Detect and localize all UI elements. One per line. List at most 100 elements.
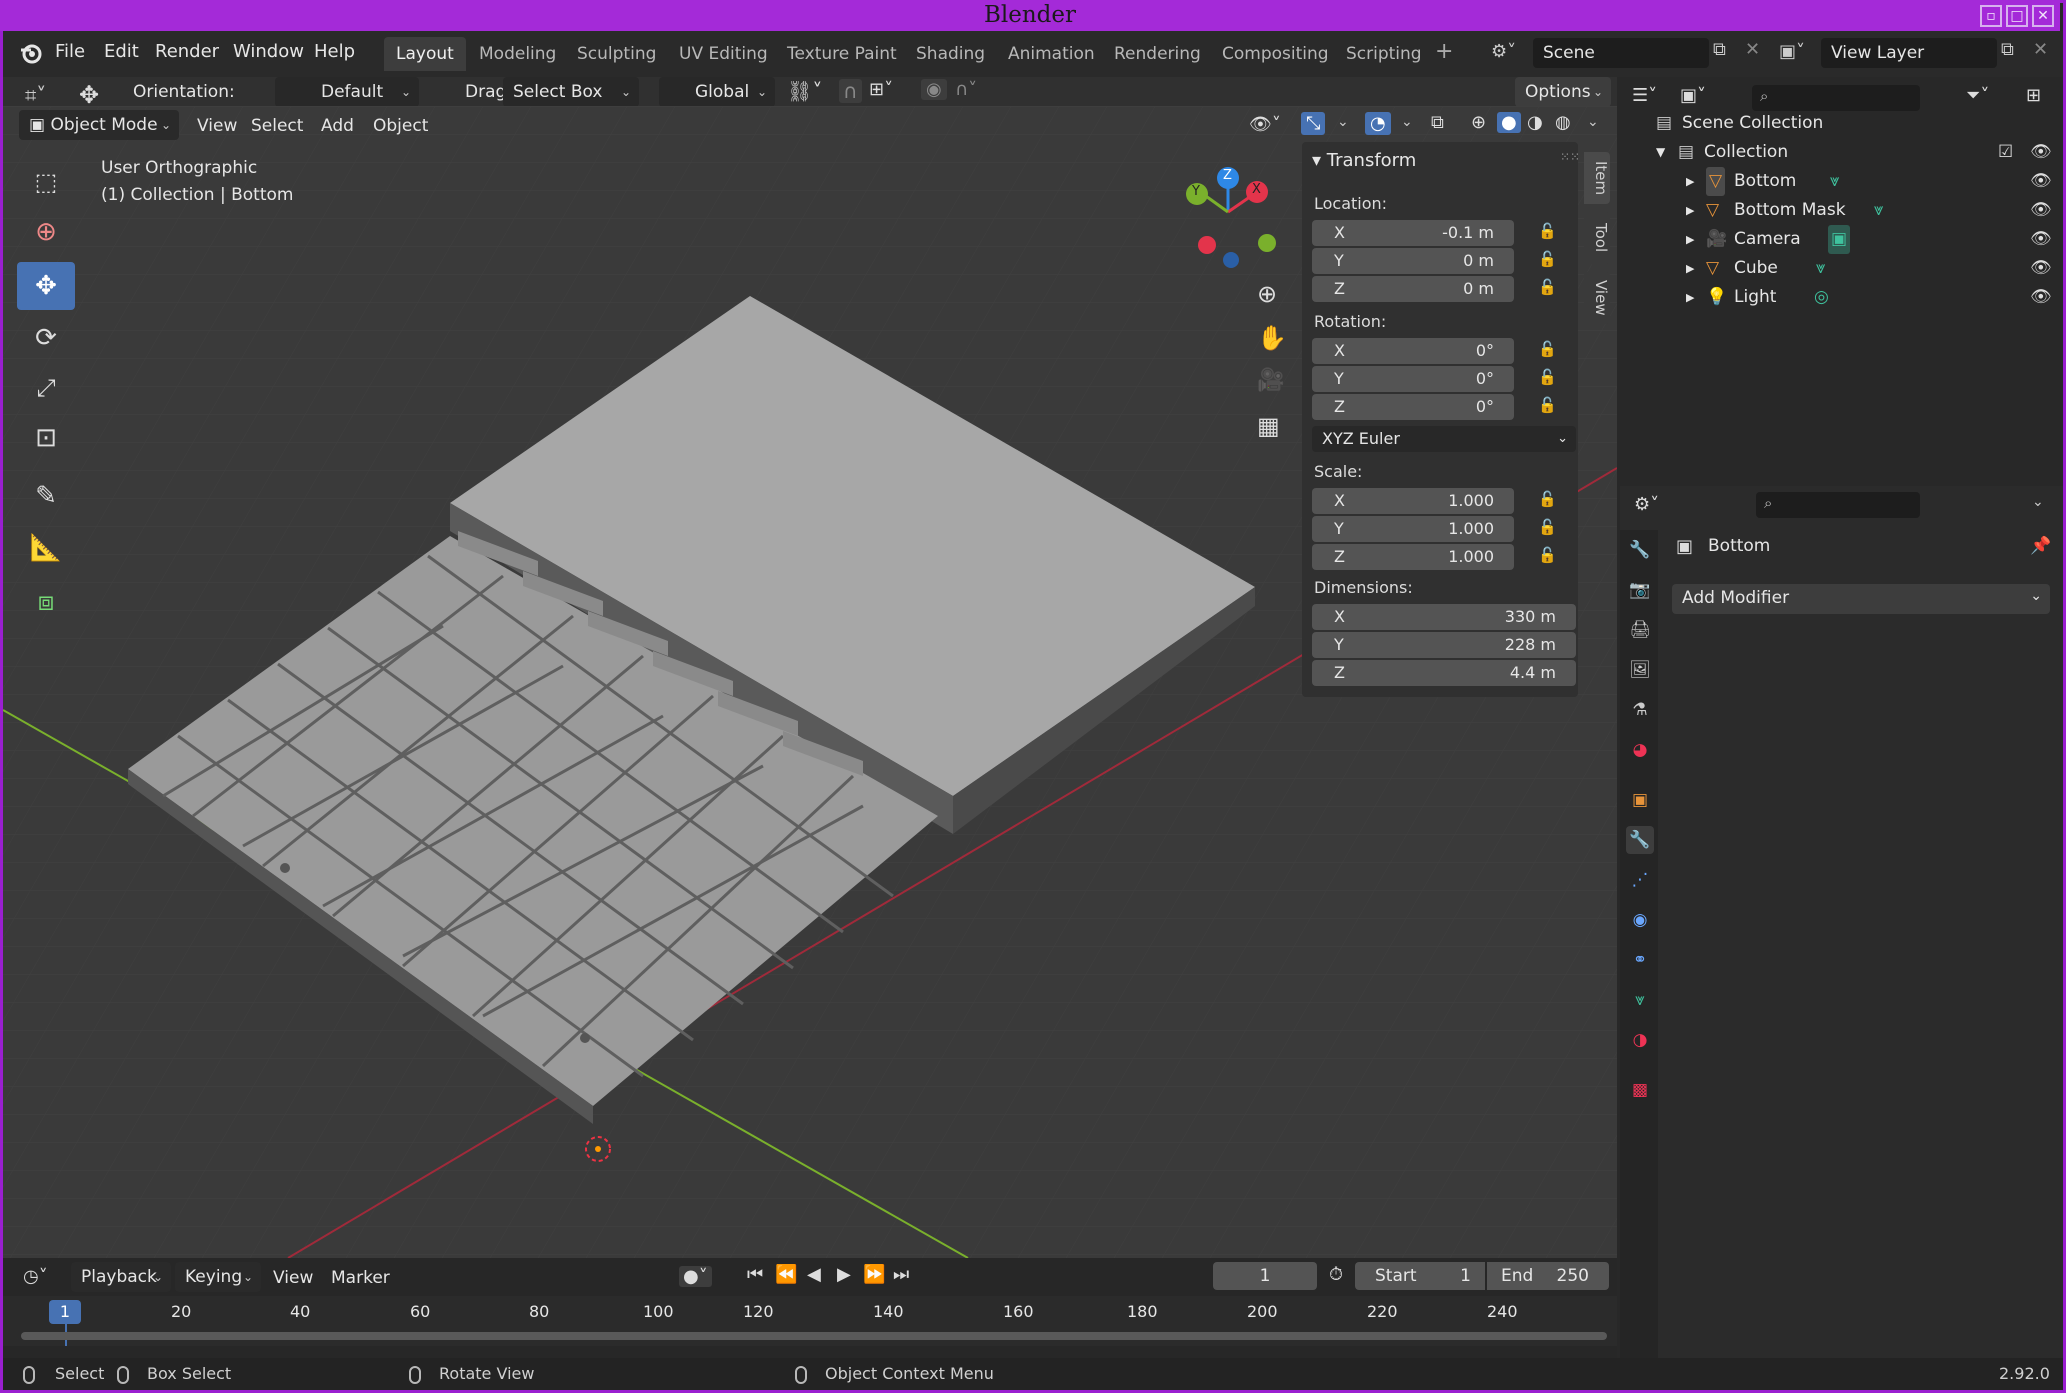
- expand-arrow-icon[interactable]: ▶: [1686, 167, 1694, 196]
- pivot-point-icon[interactable]: ⛓˅: [787, 79, 822, 103]
- output-properties-tab[interactable]: 🖨: [1626, 616, 1654, 644]
- lock-icon[interactable]: 🔓: [1538, 278, 1557, 296]
- viewport-menu-object[interactable]: Object: [373, 116, 428, 136]
- menu-edit[interactable]: Edit: [104, 41, 139, 62]
- eye-icon[interactable]: 👁: [2030, 167, 2052, 196]
- timeline-menu-view[interactable]: View: [273, 1268, 313, 1288]
- rendered-shading-icon[interactable]: ◍: [1555, 112, 1571, 133]
- outliner-row-collection[interactable]: ▼ ▤ Collection ☑ 👁: [1620, 138, 2063, 167]
- drag-dropdown[interactable]: Select Box ⌄: [503, 77, 639, 107]
- lock-icon[interactable]: 🔓: [1538, 396, 1557, 414]
- location-y-field[interactable]: Y 0 m: [1312, 248, 1514, 274]
- particles-properties-tab[interactable]: ⋰: [1626, 866, 1654, 894]
- sidebar-tab-tool[interactable]: Tool: [1584, 212, 1610, 264]
- options-dropdown[interactable]: Options ⌄: [1515, 77, 1611, 107]
- playhead[interactable]: 1: [49, 1300, 81, 1324]
- tab-layout[interactable]: Layout: [384, 37, 466, 71]
- annotate-tool[interactable]: ✎: [17, 472, 75, 520]
- timeline-scrollbar[interactable]: [21, 1332, 1607, 1340]
- transform-orientation-dropdown[interactable]: Global ⌄: [659, 77, 775, 107]
- material-properties-tab[interactable]: ◑: [1626, 1026, 1654, 1054]
- menu-file[interactable]: File: [55, 41, 85, 62]
- scene-properties-tab[interactable]: ⚗: [1626, 696, 1654, 724]
- move-tool[interactable]: ✥: [17, 262, 75, 310]
- tool-settings-icon[interactable]: ⌗˅: [25, 83, 46, 107]
- display-mode-icon[interactable]: ▣˅: [1680, 85, 1706, 106]
- lock-icon[interactable]: 🔓: [1538, 368, 1557, 386]
- scale-tool[interactable]: ⤢: [17, 364, 75, 412]
- playback-menu[interactable]: Playback ⌄: [71, 1262, 171, 1292]
- rotation-mode-dropdown[interactable]: XYZ Euler ⌄: [1312, 426, 1576, 452]
- transform-tool[interactable]: ⊡: [17, 414, 75, 462]
- eye-icon[interactable]: 👁: [2030, 225, 2052, 254]
- menu-help[interactable]: Help: [314, 41, 355, 62]
- new-view-layer-icon[interactable]: ⧉: [2001, 39, 2014, 60]
- pin-icon[interactable]: 📌: [2030, 536, 2051, 556]
- render-properties-tab[interactable]: 📷: [1626, 576, 1654, 604]
- tab-rendering[interactable]: Rendering: [1102, 37, 1213, 71]
- xray-icon[interactable]: ⧉: [1431, 112, 1444, 133]
- new-scene-icon[interactable]: ⧉: [1713, 39, 1726, 60]
- blender-logo-icon[interactable]: [19, 41, 43, 65]
- scene-name-field[interactable]: Scene: [1533, 38, 1709, 68]
- navigation-gizmo[interactable]: Z X Y: [1173, 166, 1283, 276]
- sidebar-tab-view[interactable]: View: [1584, 272, 1610, 324]
- view-layer-field[interactable]: View Layer: [1821, 38, 1997, 68]
- outliner-row-bottom[interactable]: ▶ ▽ Bottom ⩔ 👁: [1620, 167, 2063, 196]
- expand-arrow-icon[interactable]: ▶: [1686, 254, 1694, 283]
- timeline-menu-marker[interactable]: Marker: [331, 1268, 390, 1288]
- timeline-ruler[interactable]: 1 20 40 60 80 100 120 140 160 180 200 22…: [3, 1296, 1617, 1346]
- expand-arrow-icon[interactable]: ▼: [1656, 138, 1665, 167]
- outliner-row-cube[interactable]: ▶ ▽ Cube ⩔ 👁: [1620, 254, 2063, 283]
- transform-panel-header[interactable]: ▾ Transform: [1312, 150, 1416, 171]
- jump-start-icon[interactable]: ⏮: [747, 1264, 763, 1285]
- view-layer-selector-icon[interactable]: ▣˅: [1779, 41, 1805, 62]
- add-cube-tool[interactable]: ⧈: [17, 578, 75, 626]
- eye-icon[interactable]: 👁: [2030, 138, 2052, 167]
- eye-icon[interactable]: 👁: [2030, 254, 2052, 283]
- viewport-menu-view[interactable]: View: [197, 116, 237, 136]
- chevron-down-icon[interactable]: ⌄: [1337, 114, 1349, 130]
- location-z-field[interactable]: Z 0 m: [1312, 276, 1514, 302]
- expand-arrow-icon[interactable]: ▶: [1686, 196, 1694, 225]
- current-frame-field[interactable]: 1: [1213, 1262, 1317, 1290]
- chevron-down-icon[interactable]: ⌄: [2032, 494, 2044, 510]
- view-layer-properties-tab[interactable]: 🖼: [1626, 656, 1654, 684]
- data-properties-tab[interactable]: ⩔: [1626, 986, 1654, 1014]
- lock-icon[interactable]: 🔓: [1538, 250, 1557, 268]
- viewport-menu-select[interactable]: Select: [251, 116, 303, 136]
- solid-shading-icon[interactable]: ●: [1497, 112, 1521, 133]
- stopwatch-icon[interactable]: ⏱: [1329, 1264, 1343, 1285]
- properties-editor-type-icon[interactable]: ⚙˅: [1634, 494, 1659, 515]
- scale-z-field[interactable]: Z 1.000: [1312, 544, 1514, 570]
- jump-end-icon[interactable]: ⏭: [893, 1264, 909, 1285]
- menu-window[interactable]: Window: [233, 41, 304, 62]
- play-reverse-icon[interactable]: ◀: [807, 1264, 821, 1285]
- eye-icon[interactable]: 👁: [2030, 283, 2052, 312]
- record-icon[interactable]: ●˅: [679, 1266, 712, 1287]
- add-modifier-dropdown[interactable]: Add Modifier ⌄: [1672, 584, 2050, 614]
- minimize-button[interactable]: ▫: [1980, 5, 2002, 27]
- filter-icon[interactable]: ⏷˅: [1966, 85, 1989, 106]
- tab-uv-editing[interactable]: UV Editing: [667, 37, 780, 71]
- mode-dropdown[interactable]: ▣ Object Mode ⌄: [19, 110, 179, 140]
- zoom-icon[interactable]: ⊕: [1257, 280, 1277, 308]
- checkbox-icon[interactable]: ☑: [1998, 138, 2013, 167]
- delete-view-layer-icon[interactable]: ✕: [2033, 39, 2048, 60]
- delete-scene-icon[interactable]: ✕: [1745, 39, 1760, 60]
- new-collection-icon[interactable]: ⊞: [2026, 85, 2041, 106]
- lock-icon[interactable]: 🔓: [1538, 518, 1557, 536]
- material-shading-icon[interactable]: ◑: [1527, 112, 1543, 133]
- scale-x-field[interactable]: X 1.000: [1312, 488, 1514, 514]
- eye-icon[interactable]: 👁: [2030, 196, 2052, 225]
- overlays-icon[interactable]: ◔: [1365, 112, 1391, 135]
- location-x-field[interactable]: X -0.1 m: [1312, 220, 1514, 246]
- outliner-row-camera[interactable]: ▶ 🎥 Camera ▣ 👁: [1620, 225, 2063, 254]
- tab-compositing[interactable]: Compositing: [1210, 37, 1341, 71]
- texture-properties-tab[interactable]: ▩: [1626, 1076, 1654, 1104]
- play-icon[interactable]: ▶: [837, 1264, 851, 1285]
- select-tool[interactable]: ⬚: [17, 158, 75, 206]
- start-frame-field[interactable]: Start 1: [1355, 1262, 1485, 1290]
- lock-icon[interactable]: 🔓: [1538, 546, 1557, 564]
- viewport-menu-add[interactable]: Add: [321, 116, 354, 136]
